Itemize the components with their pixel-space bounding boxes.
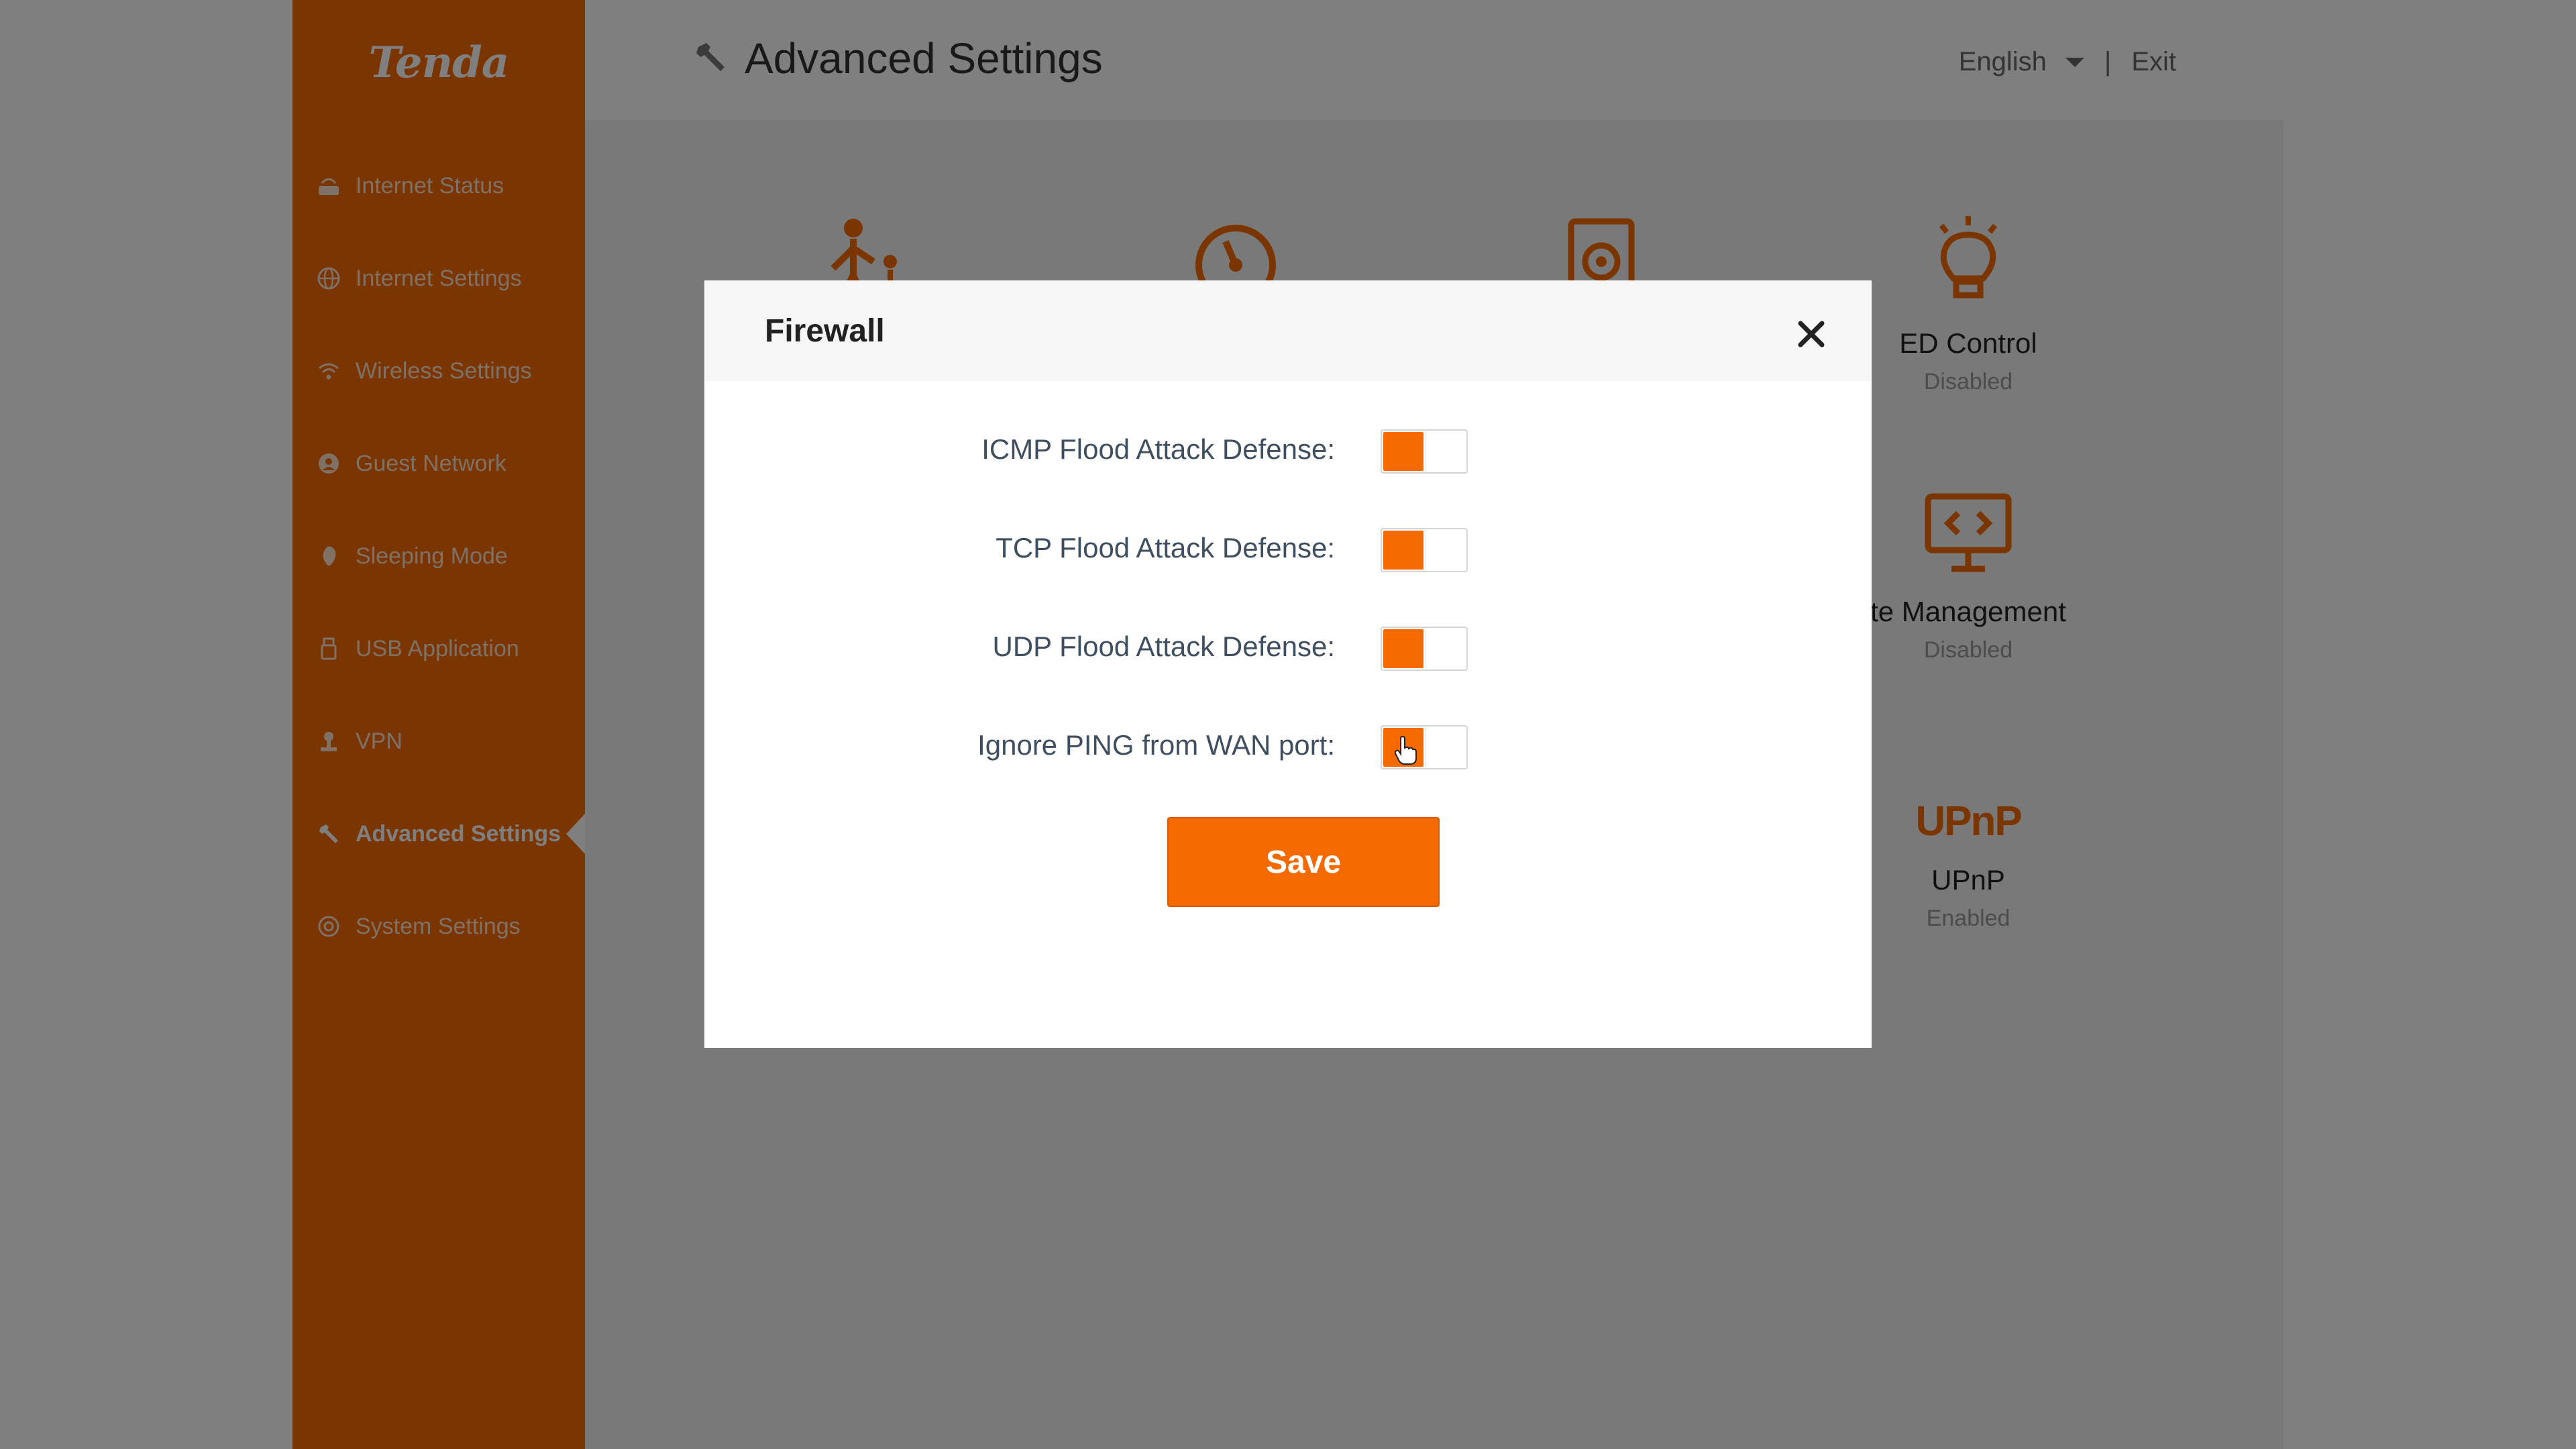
modal-title: Firewall xyxy=(765,313,885,349)
close-button[interactable] xyxy=(1791,314,1831,354)
row-icmp-flood: ICMP Flood Attack Defense: xyxy=(704,423,1872,476)
toggle-handle xyxy=(1425,531,1465,570)
tcp-flood-toggle[interactable] xyxy=(1381,528,1468,572)
udp-flood-toggle[interactable] xyxy=(1381,627,1468,671)
icmp-flood-toggle[interactable] xyxy=(1381,429,1468,474)
row-ignore-ping: Ignore PING from WAN port: xyxy=(704,718,1872,772)
toggle-on-fill xyxy=(1383,531,1424,570)
modal-header: Firewall xyxy=(704,280,1872,381)
hand-cursor-icon xyxy=(1394,736,1417,765)
toggle-handle xyxy=(1425,432,1465,471)
toggle-on-fill xyxy=(1383,432,1424,471)
toggle-handle xyxy=(1425,629,1465,668)
page: Tenda Internet Status Internet Settings … xyxy=(0,0,2576,1449)
row-udp-flood: UDP Flood Attack Defense: xyxy=(704,620,1872,674)
firewall-modal: Firewall ICMP Flood Attack Defense: TCP … xyxy=(704,280,1872,1048)
row-label: TCP Flood Attack Defense: xyxy=(996,532,1335,564)
row-label: Ignore PING from WAN port: xyxy=(977,729,1335,761)
ignore-ping-toggle[interactable] xyxy=(1381,725,1468,769)
row-tcp-flood: TCP Flood Attack Defense: xyxy=(704,521,1872,575)
row-label: ICMP Flood Attack Defense: xyxy=(981,433,1335,465)
close-icon xyxy=(1798,321,1825,347)
toggle-handle xyxy=(1425,728,1465,767)
toggle-on-fill xyxy=(1383,629,1424,668)
save-button[interactable]: Save xyxy=(1167,817,1440,907)
row-label: UDP Flood Attack Defense: xyxy=(992,631,1335,662)
